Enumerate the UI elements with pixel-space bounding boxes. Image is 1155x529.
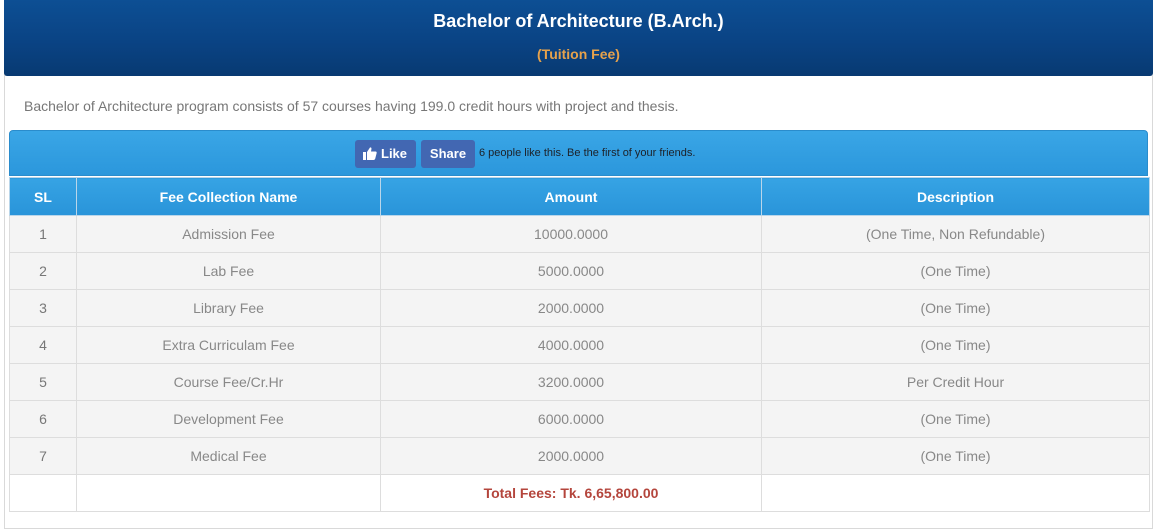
- row-description: (One Time): [761, 437, 1150, 475]
- program-description: Bachelor of Architecture program consist…: [24, 98, 679, 114]
- row-sl: 5: [9, 363, 77, 401]
- table-row: 2 Lab Fee 5000.0000 (One Time): [9, 252, 1150, 290]
- row-fee-name: Library Fee: [76, 289, 381, 327]
- row-sl: 2: [9, 252, 77, 290]
- row-amount: 5000.0000: [380, 252, 762, 290]
- total-empty-cell: [761, 474, 1150, 512]
- row-fee-name: Medical Fee: [76, 437, 381, 475]
- row-amount: 10000.0000: [380, 215, 762, 253]
- row-description: (One Time): [761, 400, 1150, 438]
- row-sl: 4: [9, 326, 77, 364]
- total-fees: Total Fees: Tk. 6,65,800.00: [380, 474, 762, 512]
- column-header-amount: Amount: [380, 177, 762, 216]
- fee-table: SL Fee Collection Name Amount Descriptio…: [9, 177, 1150, 512]
- table-row: 7 Medical Fee 2000.0000 (One Time): [9, 437, 1150, 475]
- total-row: Total Fees: Tk. 6,65,800.00: [9, 474, 1150, 512]
- table-row: 3 Library Fee 2000.0000 (One Time): [9, 289, 1150, 327]
- social-bar: Like Share 6 people like this. Be the fi…: [9, 130, 1148, 176]
- row-fee-name: Extra Curriculam Fee: [76, 326, 381, 364]
- row-sl: 6: [9, 400, 77, 438]
- column-header-sl: SL: [9, 177, 77, 216]
- total-empty-cell: [9, 474, 77, 512]
- row-sl: 3: [9, 289, 77, 327]
- row-description: (One Time): [761, 289, 1150, 327]
- row-amount: 4000.0000: [380, 326, 762, 364]
- row-description: Per Credit Hour: [761, 363, 1150, 401]
- row-amount: 3200.0000: [380, 363, 762, 401]
- page-subtitle: (Tuition Fee): [537, 46, 620, 62]
- facebook-share-button[interactable]: Share: [421, 140, 475, 168]
- table-row: 5 Course Fee/Cr.Hr 3200.0000 Per Credit …: [9, 363, 1150, 401]
- row-fee-name: Admission Fee: [76, 215, 381, 253]
- row-description: (One Time): [761, 326, 1150, 364]
- row-sl: 7: [9, 437, 77, 475]
- facebook-like-button[interactable]: Like: [355, 140, 416, 168]
- table-row: 1 Admission Fee 10000.0000 (One Time, No…: [9, 215, 1150, 253]
- row-fee-name: Development Fee: [76, 400, 381, 438]
- page-title: Bachelor of Architecture (B.Arch.): [433, 11, 724, 31]
- table-row: 4 Extra Curriculam Fee 4000.0000 (One Ti…: [9, 326, 1150, 364]
- row-sl: 1: [9, 215, 77, 253]
- table-row: 6 Development Fee 6000.0000 (One Time): [9, 400, 1150, 438]
- row-fee-name: Course Fee/Cr.Hr: [76, 363, 381, 401]
- like-count-text: 6 people like this. Be the first of your…: [479, 147, 696, 159]
- column-header-fee-name: Fee Collection Name: [76, 177, 381, 216]
- row-amount: 6000.0000: [380, 400, 762, 438]
- row-amount: 2000.0000: [380, 289, 762, 327]
- share-label: Share: [429, 146, 467, 161]
- page-header: Bachelor of Architecture (B.Arch.) (Tuit…: [4, 0, 1153, 76]
- row-description: (One Time): [761, 252, 1150, 290]
- total-empty-cell: [76, 474, 381, 512]
- column-header-description: Description: [761, 177, 1150, 216]
- table-header-row: SL Fee Collection Name Amount Descriptio…: [9, 177, 1150, 216]
- row-fee-name: Lab Fee: [76, 252, 381, 290]
- thumbs-up-icon: [363, 147, 377, 160]
- row-amount: 2000.0000: [380, 437, 762, 475]
- row-description: (One Time, Non Refundable): [761, 215, 1150, 253]
- like-label: Like: [381, 146, 408, 161]
